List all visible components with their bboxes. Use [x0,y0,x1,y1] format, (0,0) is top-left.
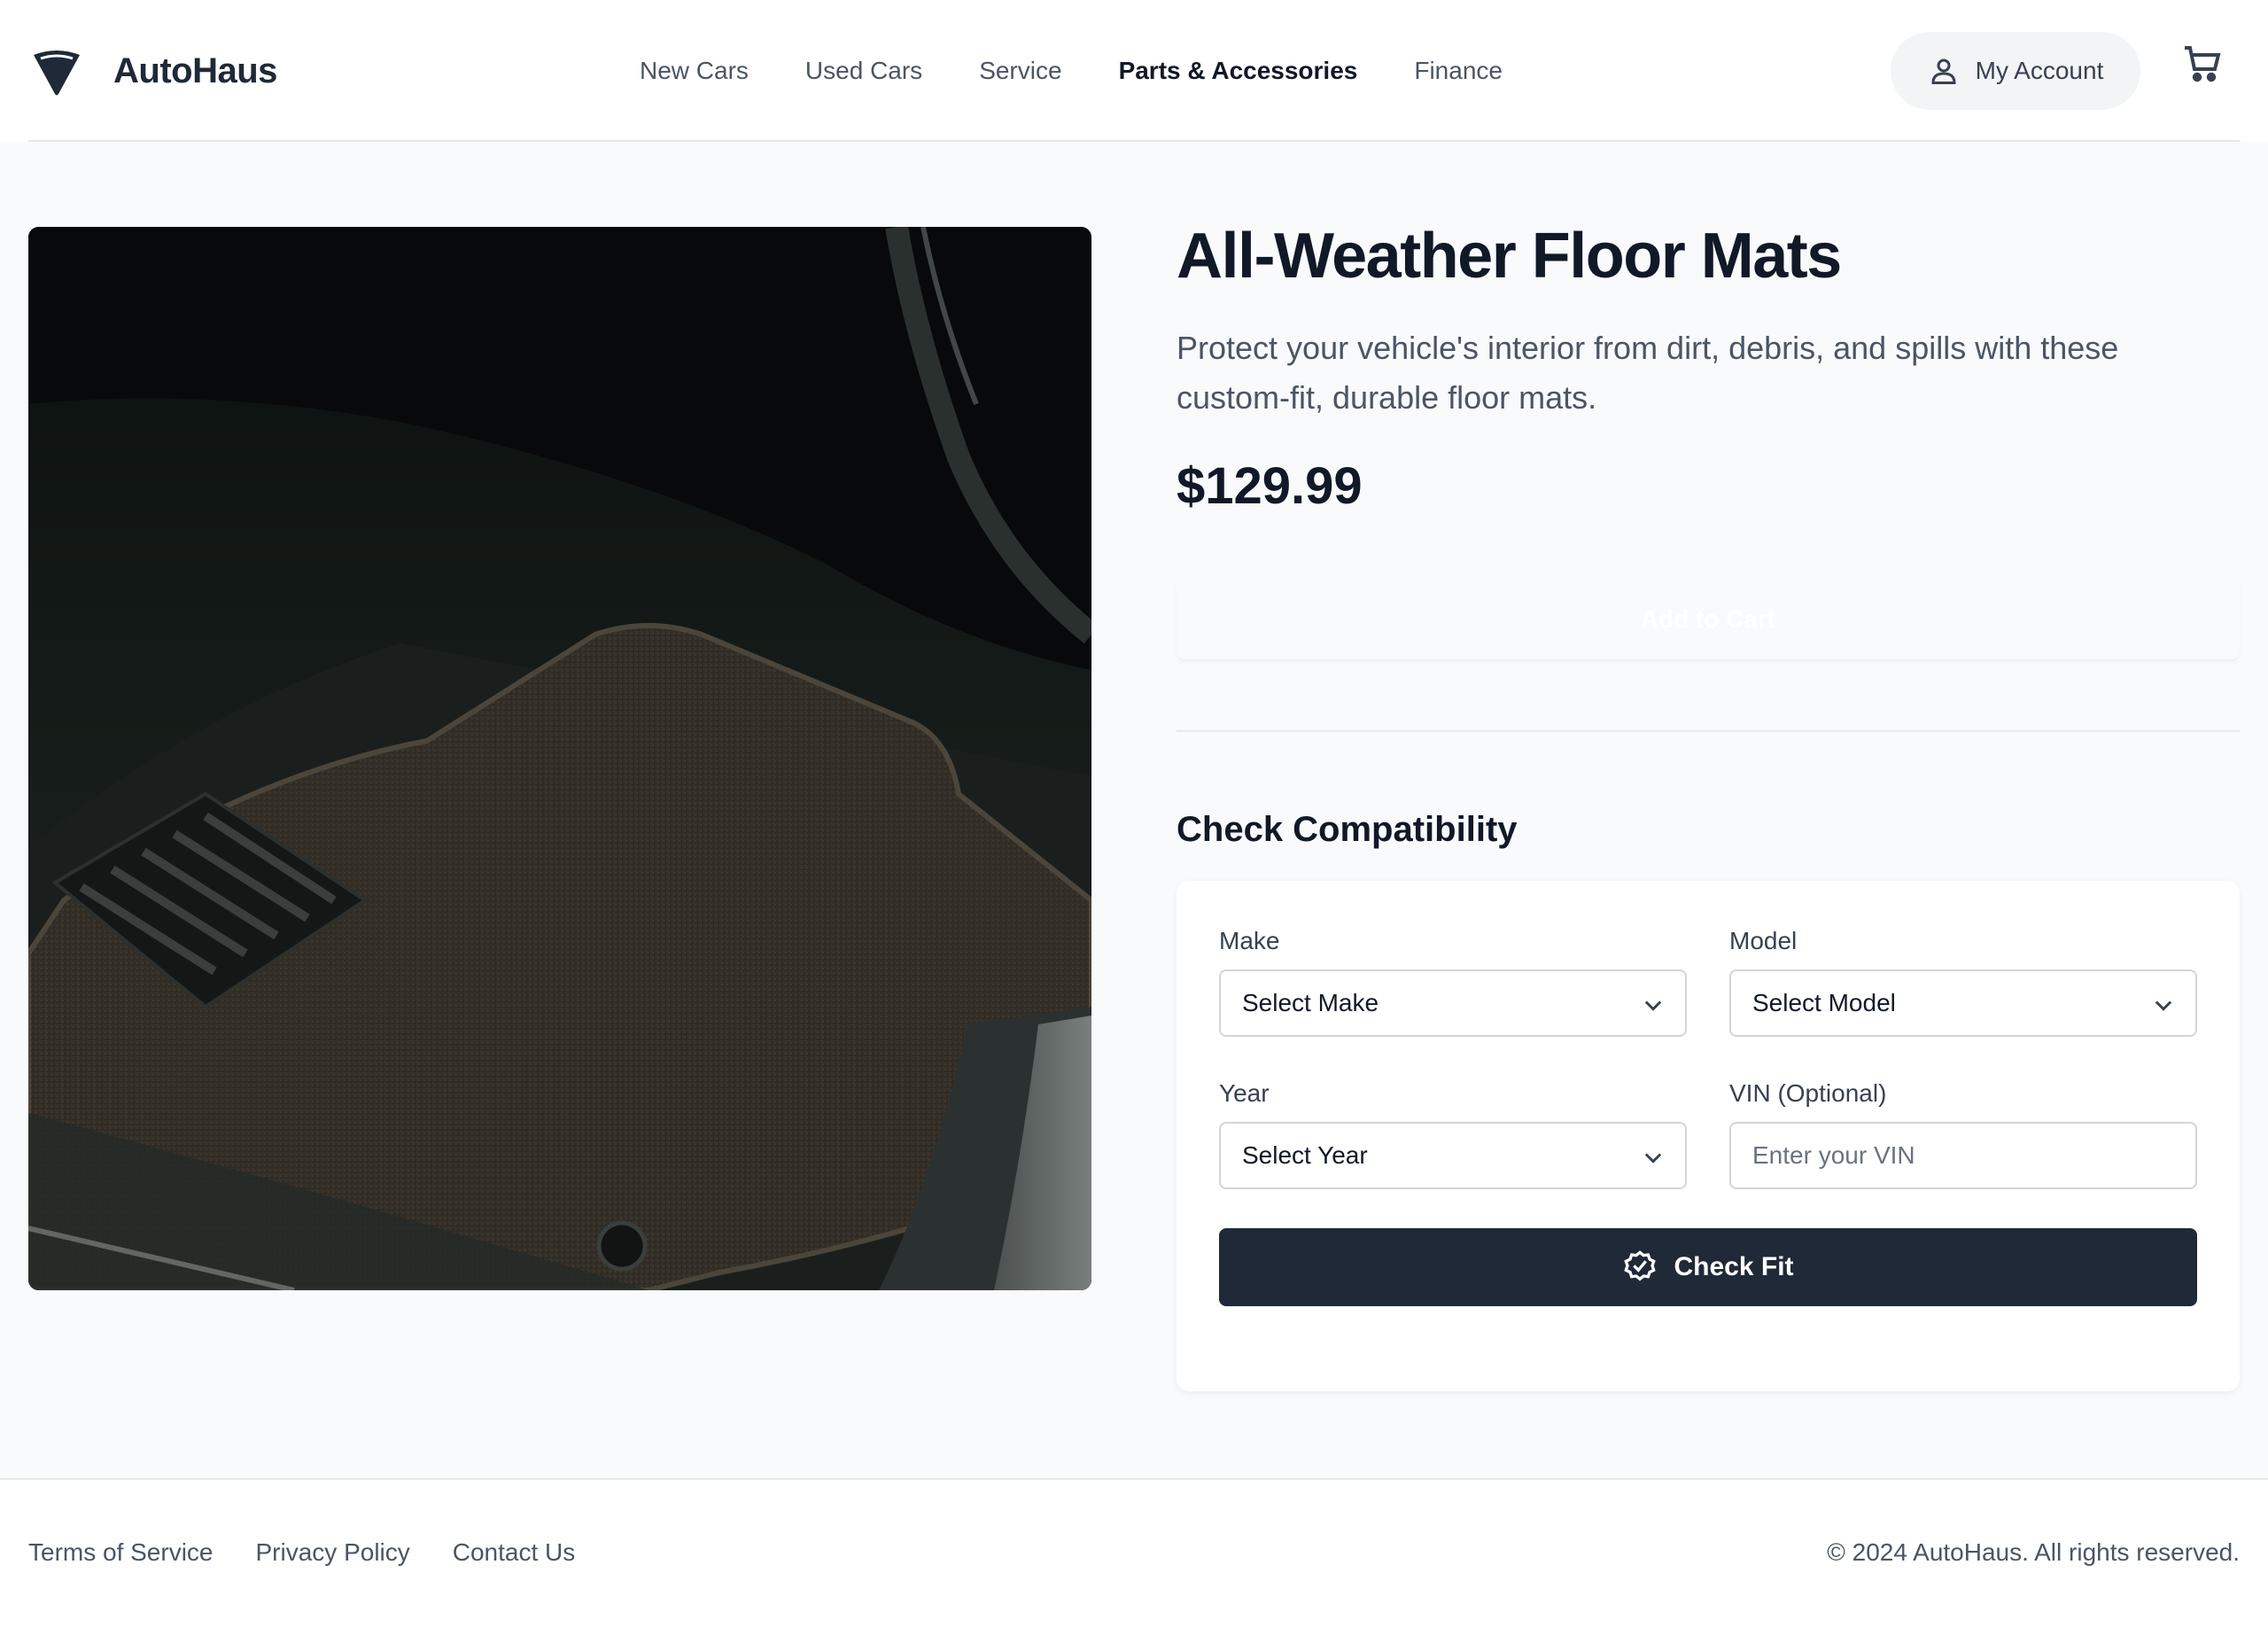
chevron-down-icon [1644,1000,1662,1011]
make-label: Make [1219,927,1280,954]
cart-icon[interactable] [2181,43,2224,85]
year-field: Year Select Year [1219,1078,1687,1189]
year-label: Year [1219,1079,1270,1107]
chevron-down-icon [2155,1000,2172,1011]
vin-field: VIN (Optional) Enter your VIN [1729,1078,2197,1189]
brand[interactable]: AutoHaus [32,44,277,97]
vin-input[interactable]: Enter your VIN [1729,1122,2197,1189]
copyright: © 2024 AutoHaus. All rights reserved. [1827,1538,2240,1566]
brand-name: AutoHaus [113,51,277,90]
make-select[interactable]: Select Make [1219,969,1687,1037]
nav-service[interactable]: Service [979,57,1061,85]
nav-parts-accessories[interactable]: Parts & Accessories [1119,57,1358,85]
year-select-value: Select Year [1242,1141,1368,1169]
chevron-down-icon [1644,1153,1662,1164]
model-field: Model Select Model [1729,925,2197,1037]
main-nav: New Cars Used Cars Service Parts & Acces… [640,50,1559,92]
product-page: All-Weather Floor Mats Protect your vehi… [0,142,2268,1478]
product-info: All-Weather Floor Mats Protect your vehi… [1177,221,2240,850]
nav-new-cars[interactable]: New Cars [640,57,749,85]
site-footer: Terms of Service Privacy Policy Contact … [0,1478,2268,1627]
model-label: Model [1729,927,1798,954]
badge-check-icon [1624,1250,1657,1281]
footer-link-terms[interactable]: Terms of Service [28,1538,214,1567]
product-price: $129.99 [1177,457,1363,516]
compatibility-title: Check Compatibility [1177,810,1518,850]
vin-label: VIN (Optional) [1729,1079,1887,1107]
my-account-label: My Account [1975,57,2104,84]
vin-placeholder: Enter your VIN [1752,1141,1915,1169]
product-description: Protect your vehicle's interior from dir… [1177,330,2119,416]
model-select-value: Select Model [1752,989,1896,1016]
year-select[interactable]: Select Year [1219,1122,1687,1189]
make-field: Make Select Make [1219,925,1687,1037]
check-fit-button[interactable]: Check Fit [1219,1228,2197,1306]
site-header: AutoHaus New Cars Used Cars Service Part… [0,0,2268,142]
funnel-logo-icon [34,51,80,96]
user-icon [1931,58,1956,84]
nav-finance[interactable]: Finance [1414,57,1503,85]
section-divider [1177,730,2240,733]
my-account-button[interactable]: My Account [1891,32,2140,110]
product-title: All-Weather Floor Mats [1177,221,1842,292]
footer-link-contact[interactable]: Contact Us [453,1538,576,1567]
make-select-value: Select Make [1242,989,1379,1016]
check-fit-label: Check Fit [1674,1252,1794,1281]
add-to-cart-button[interactable]: Add to Cart [1177,580,2240,662]
product-image [28,227,1091,1290]
compatibility-form: Make Select Make Model Select Model Year… [1177,881,2240,1391]
footer-links: Terms of Service Privacy Policy Contact … [28,1538,617,1567]
nav-used-cars[interactable]: Used Cars [805,57,922,85]
footer-link-privacy[interactable]: Privacy Policy [256,1538,410,1567]
model-select[interactable]: Select Model [1729,969,2197,1037]
